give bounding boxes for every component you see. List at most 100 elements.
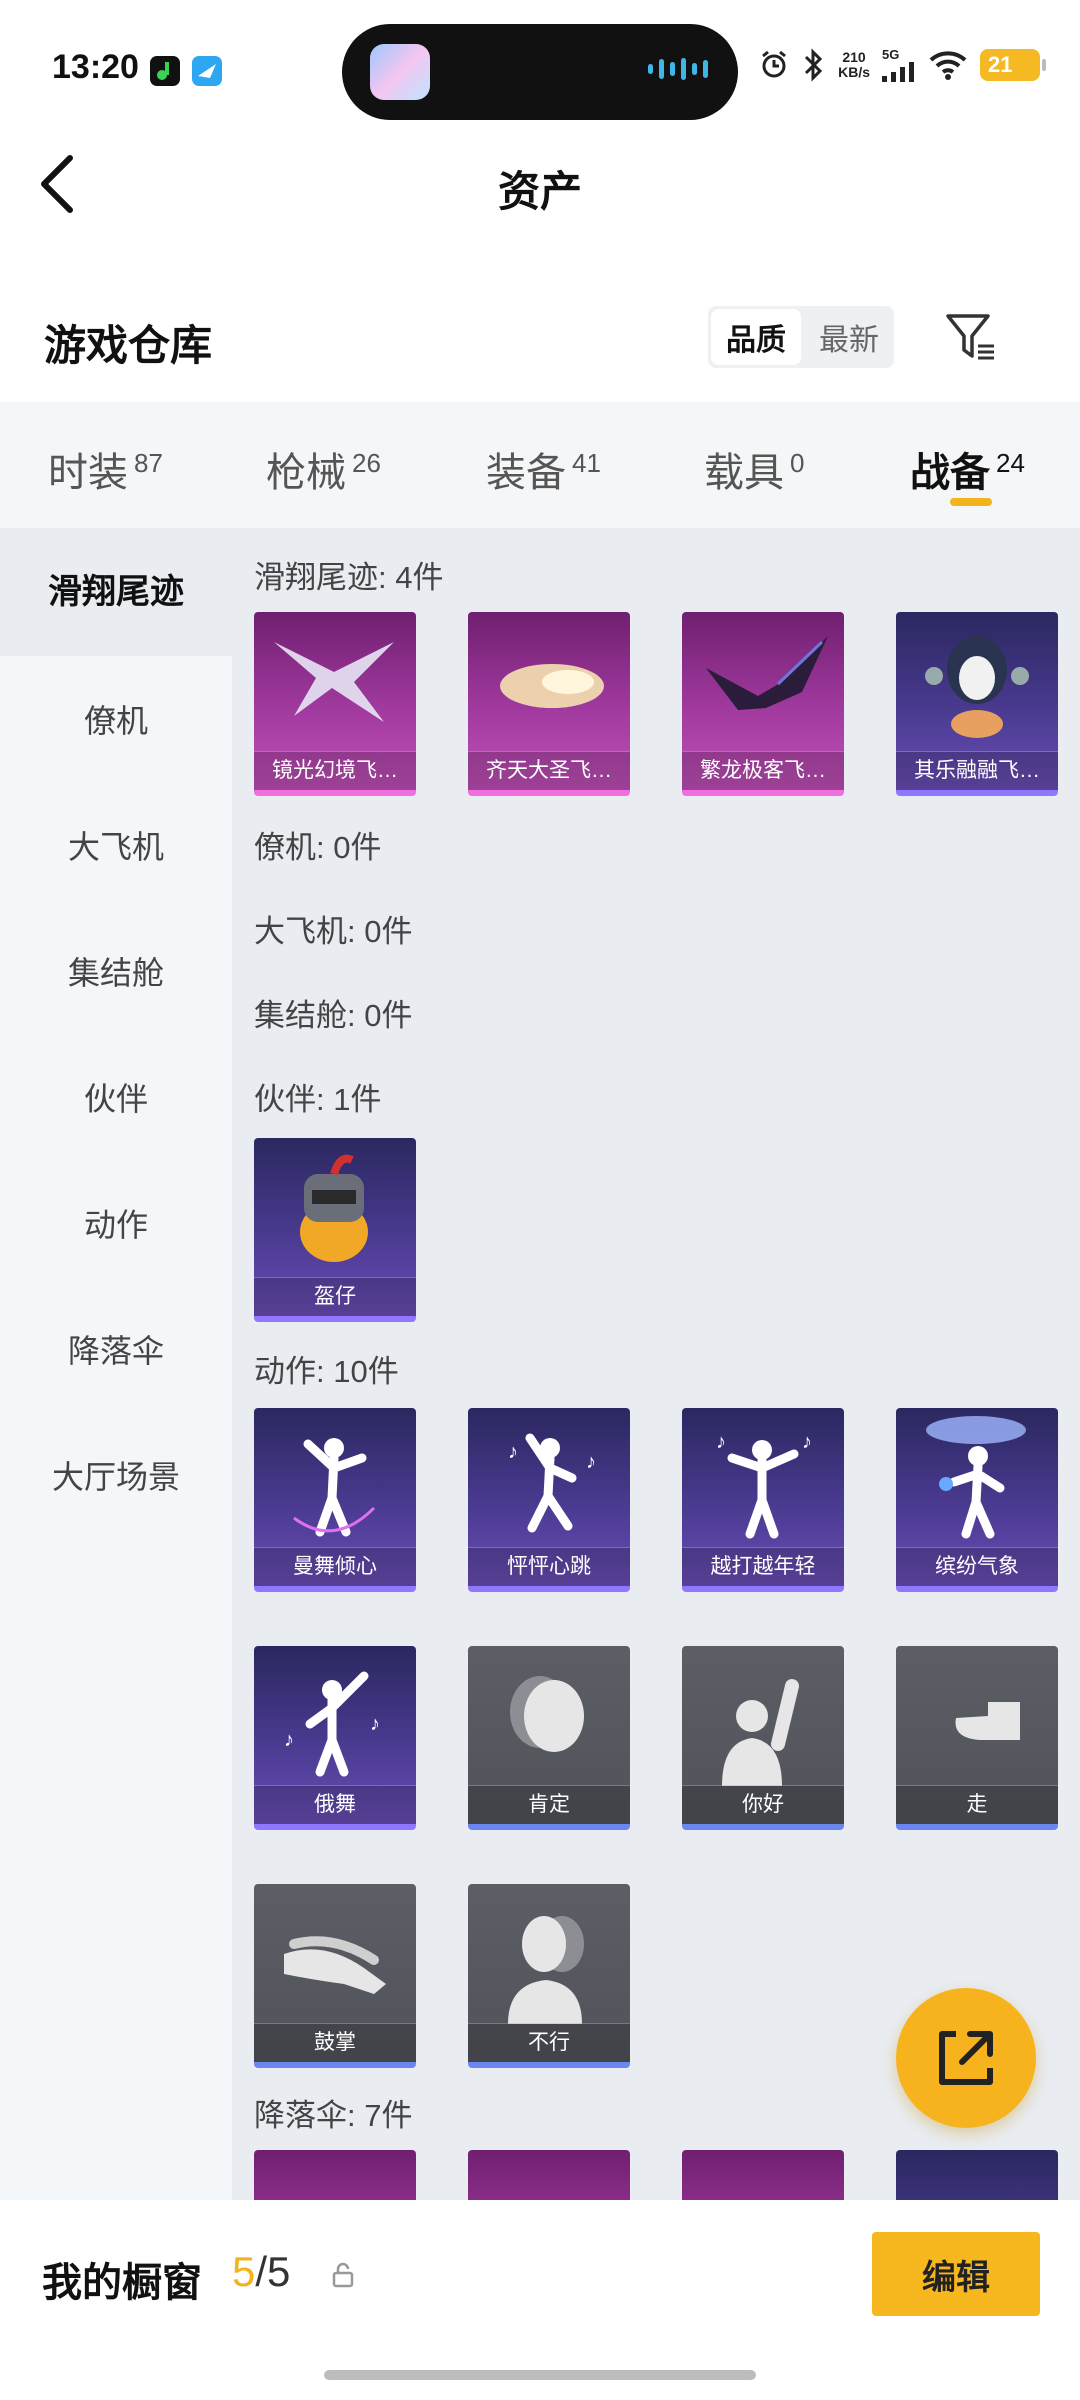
tab-fashion[interactable]: 时装 87	[48, 440, 163, 498]
side-item-lobby-scene[interactable]: 大厅场景	[0, 1452, 232, 1498]
wifi-icon	[929, 51, 967, 80]
status-icons: 210 KB/s 5G 21	[758, 48, 1046, 82]
bird-app-icon	[192, 56, 222, 86]
item-card[interactable]: 镜光幻境飞…	[254, 612, 416, 796]
item-name: 镜光幻境飞…	[254, 751, 416, 790]
bluetooth-icon	[805, 48, 823, 82]
edit-button[interactable]: 编辑	[872, 2232, 1040, 2316]
item-card-partial[interactable]	[254, 2150, 416, 2200]
item-card[interactable]: 肯定	[468, 1646, 630, 1830]
item-card[interactable]: 齐天大圣飞…	[468, 612, 630, 796]
item-name: 缤纷气象	[896, 1547, 1058, 1586]
dance-icon	[293, 1438, 376, 1537]
section-title-big-plane: 大飞机: 0件	[254, 914, 413, 949]
music-app-icon	[150, 56, 180, 86]
item-name: 怦怦心跳	[468, 1547, 630, 1586]
item-card[interactable]: 缤纷气象	[896, 1408, 1058, 1592]
battery-icon: 21	[980, 49, 1046, 81]
item-card[interactable]: 鼓掌	[254, 1884, 416, 2068]
item-card[interactable]: 曼舞倾心	[254, 1408, 416, 1592]
signal-icon: 5G	[882, 48, 916, 82]
alarm-icon	[762, 50, 787, 78]
warehouse-title: 游戏仓库	[44, 322, 213, 369]
point-hand-icon	[920, 1702, 1020, 1740]
item-card[interactable]: 你好	[682, 1646, 844, 1830]
item-name: 越打越年轻	[682, 1547, 844, 1586]
item-name: 齐天大圣飞…	[468, 751, 630, 790]
pill-app-icon	[370, 44, 430, 100]
helmet-chick-icon	[300, 1154, 368, 1262]
item-card[interactable]: ♪ ♪ 俄舞	[254, 1646, 416, 1830]
filter-icon[interactable]	[944, 310, 1000, 366]
showcase-title: 我的橱窗	[42, 2261, 202, 2305]
side-item-glide-trail[interactable]: 滑翔尾迹	[0, 528, 232, 656]
item-card-partial[interactable]	[468, 2150, 630, 2200]
item-card[interactable]: ♪ ♪ 怦怦心跳	[468, 1408, 630, 1592]
side-menu: 滑翔尾迹 僚机 大飞机 集结舱 伙伴 动作 降落伞 大厅场景	[0, 528, 232, 2200]
item-card-partial[interactable]	[682, 2150, 844, 2200]
side-item-parachute[interactable]: 降落伞	[0, 1326, 232, 1372]
svg-text:♪: ♪	[802, 1431, 812, 1453]
item-name: 走	[896, 1785, 1058, 1824]
sort-quality-button[interactable]: 品质	[711, 309, 801, 365]
tab-war-prep[interactable]: 战备 24	[910, 440, 1025, 498]
item-name: 你好	[682, 1785, 844, 1824]
side-item-emote[interactable]: 动作	[0, 1200, 232, 1246]
penguin-icon	[925, 636, 1029, 738]
item-name: 肯定	[468, 1785, 630, 1824]
dynamic-island	[342, 24, 738, 120]
item-name: 不行	[468, 2023, 630, 2062]
item-name: 曼舞倾心	[254, 1547, 416, 1586]
dance-icon: ♪♪	[284, 1671, 380, 1777]
share-button[interactable]	[896, 1988, 1036, 2128]
sort-newest-button[interactable]: 最新	[804, 306, 894, 368]
showcase-count: 5/5	[232, 2248, 291, 2295]
wave-hand-icon	[722, 1679, 799, 1786]
nav-bar: 资产	[0, 140, 1080, 230]
item-card[interactable]: 其乐融融飞…	[896, 612, 1058, 796]
tab-indicator	[950, 498, 992, 506]
tab-equipment[interactable]: 装备 41	[486, 440, 601, 498]
section-title-assembly-pod: 集结舱: 0件	[254, 998, 413, 1033]
clap-icon	[284, 1936, 386, 1994]
side-item-assembly-pod[interactable]: 集结舱	[0, 948, 232, 994]
side-item-wingman[interactable]: 僚机	[0, 696, 232, 742]
showcase-bar: 我的橱窗 5/5 编辑	[0, 2200, 1080, 2400]
lock-icon	[332, 2262, 354, 2288]
item-card[interactable]: 走	[896, 1646, 1058, 1830]
dragon-wing-icon	[706, 636, 828, 710]
dance-icon	[926, 1416, 1026, 1539]
section-title-parachute: 降落伞: 7件	[254, 2098, 413, 2133]
tab-guns[interactable]: 枪械 26	[266, 440, 381, 498]
status-time: 13:20	[52, 48, 139, 86]
net-speed: 210 KB/s	[838, 49, 870, 80]
item-card[interactable]: 不行	[468, 1884, 630, 2068]
section-title-glide-trail: 滑翔尾迹: 4件	[254, 560, 444, 595]
tab-vehicles[interactable]: 载具 0	[704, 440, 804, 498]
svg-text:♪: ♪	[508, 1441, 518, 1463]
item-card[interactable]: 繁龙极客飞…	[682, 612, 844, 796]
item-name: 繁龙极客飞…	[682, 751, 844, 790]
dance-icon: ♪♪	[508, 1433, 596, 1533]
section-title-wingman: 僚机: 0件	[254, 830, 382, 865]
category-tabs: 时装 87 枪械 26 装备 41 载具 0 战备 24	[0, 402, 1080, 528]
page-title: 资产	[497, 168, 582, 215]
share-icon	[939, 2031, 993, 2085]
svg-text:♪: ♪	[370, 1713, 380, 1735]
item-name: 其乐融融飞…	[896, 751, 1058, 790]
side-item-big-plane[interactable]: 大飞机	[0, 822, 232, 868]
sort-toggle: 品质 最新	[708, 306, 894, 368]
item-card[interactable]: ♪ ♪ 越打越年轻	[682, 1408, 844, 1592]
svg-text:♪: ♪	[716, 1431, 726, 1453]
item-card[interactable]: 盔仔	[254, 1138, 416, 1322]
audio-wave-icon	[648, 58, 708, 80]
dance-icon: ♪♪	[716, 1431, 812, 1539]
section-title-emote: 动作: 10件	[254, 1354, 399, 1389]
item-grid: 滑翔尾迹: 4件 镜光幻境飞… 齐天大圣飞… 繁龙极客飞… 其乐融融飞… 僚机:…	[232, 528, 1080, 2200]
wing-trail-icon	[274, 642, 394, 722]
home-indicator[interactable]	[324, 2370, 756, 2380]
item-name: 俄舞	[254, 1785, 416, 1824]
item-card-partial[interactable]	[896, 2150, 1058, 2200]
side-item-partner[interactable]: 伙伴	[0, 1074, 232, 1120]
item-name: 鼓掌	[254, 2023, 416, 2062]
